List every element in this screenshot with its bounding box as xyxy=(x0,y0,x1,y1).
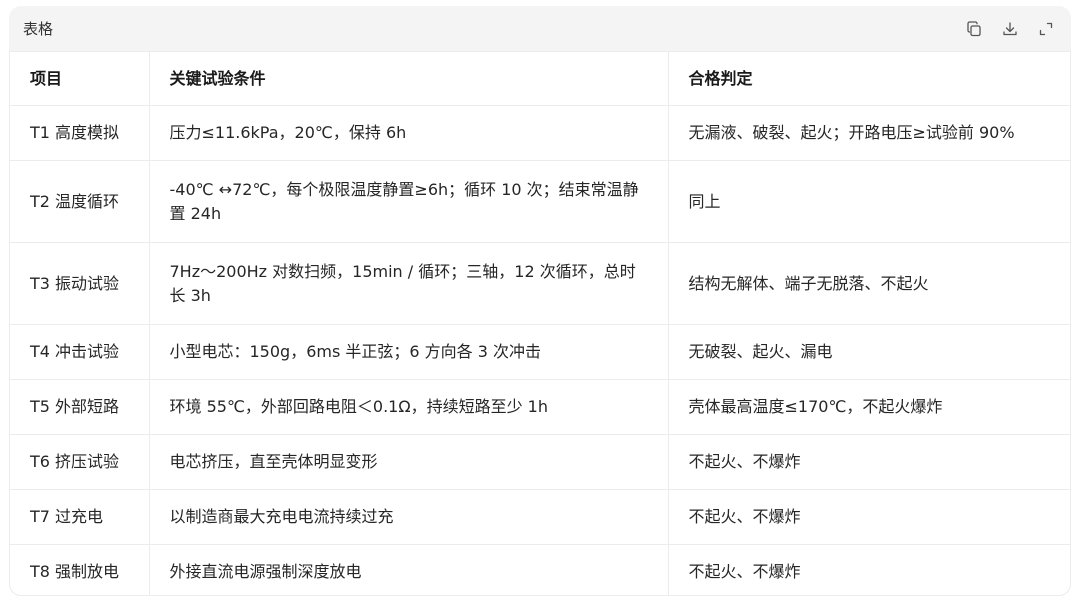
table-row: T3 振动试验 7Hz～200Hz 对数扫频，15min / 循环；三轴，12 … xyxy=(10,242,1070,325)
cell-item: T2 温度循环 xyxy=(10,160,149,243)
cell-criteria: 无破裂、起火、漏电 xyxy=(667,324,1070,380)
download-button[interactable] xyxy=(1001,20,1019,38)
table-row: T6 挤压试验 电芯挤压，直至壳体明显变形 不起火、不爆炸 xyxy=(10,434,1070,490)
cell-item: T7 过充电 xyxy=(10,489,149,545)
table-row: T5 外部短路 环境 55℃，外部回路电阻＜0.1Ω，持续短路至少 1h 壳体最… xyxy=(10,379,1070,435)
expand-icon xyxy=(1039,22,1053,35)
expand-button[interactable] xyxy=(1037,20,1055,38)
cell-item: T3 振动试验 xyxy=(10,242,149,325)
table-header-row: 项目 关键试验条件 合格判定 xyxy=(10,52,1070,106)
table-row: T7 过充电 以制造商最大充电电流持续过充 不起火、不爆炸 xyxy=(10,489,1070,545)
header-criteria: 合格判定 xyxy=(667,52,1070,106)
cell-condition: 压力≤11.6kPa，20℃，保持 6h xyxy=(148,105,668,161)
cell-item: T8 强制放电 xyxy=(30,562,120,581)
table-row: T8 强制放电 外接直流电源强制深度放电 不起火、不爆炸 xyxy=(10,544,1070,595)
cell-criteria: 不起火、不爆炸 xyxy=(667,489,1070,545)
card-title: 表格 xyxy=(23,20,54,38)
header-condition: 关键试验条件 xyxy=(148,52,668,106)
table-row: T4 冲击试验 小型电芯：150g，6ms 半正弦；6 方向各 3 次冲击 无破… xyxy=(10,324,1070,380)
data-table: 项目 关键试验条件 合格判定 T1 高度模拟 压力≤11.6kPa，20℃，保持… xyxy=(10,52,1070,595)
cell-criteria: 不起火、不爆炸 xyxy=(667,544,1070,595)
cell-condition: 电芯挤压，直至壳体明显变形 xyxy=(148,434,668,490)
cell-criteria: 结构无解体、端子无脱落、不起火 xyxy=(667,242,1070,325)
cell-criteria: 壳体最高温度≤170℃，不起火爆炸 xyxy=(667,379,1070,435)
data-table-wrapper: 项目 关键试验条件 合格判定 T1 高度模拟 压力≤11.6kPa，20℃，保持… xyxy=(9,51,1071,596)
cell-criteria: 无漏液、破裂、起火；开路电压≥试验前 90% xyxy=(667,105,1070,161)
cell-item: T1 高度模拟 xyxy=(10,105,149,161)
header-item: 项目 xyxy=(10,52,149,106)
cell-item: T4 冲击试验 xyxy=(10,324,149,380)
cell-item: T6 挤压试验 xyxy=(10,434,149,490)
table-row: T2 温度循环 -40℃ ↔72℃，每个极限温度静置≥6h；循环 10 次；结束… xyxy=(10,160,1070,243)
cell-criteria: 不起火、不爆炸 xyxy=(667,434,1070,490)
cell-condition: 外接直流电源强制深度放电 xyxy=(148,544,668,595)
table-card: 表格 项目 关键试验条件 合格判定 T1 高度模拟 压力≤11.6kPa，20℃… xyxy=(9,6,1071,596)
table-row: T1 高度模拟 压力≤11.6kPa，20℃，保持 6h 无漏液、破裂、起火；开… xyxy=(10,105,1070,161)
card-header: 表格 xyxy=(9,6,1071,51)
copy-icon xyxy=(967,20,981,36)
cell-condition: 7Hz～200Hz 对数扫频，15min / 循环；三轴，12 次循环，总时长 … xyxy=(148,242,668,325)
copy-button[interactable] xyxy=(965,20,983,38)
cell-criteria: 同上 xyxy=(667,160,1070,243)
cell-condition: 以制造商最大充电电流持续过充 xyxy=(148,489,668,545)
cell-condition: 环境 55℃，外部回路电阻＜0.1Ω，持续短路至少 1h xyxy=(148,379,668,435)
cell-condition: 小型电芯：150g，6ms 半正弦；6 方向各 3 次冲击 xyxy=(148,324,668,380)
cell-item: T5 外部短路 xyxy=(10,379,149,435)
cell-condition: -40℃ ↔72℃，每个极限温度静置≥6h；循环 10 次；结束常温静置 24h xyxy=(148,160,668,243)
card-toolbar xyxy=(965,20,1055,38)
download-icon xyxy=(1003,21,1017,35)
